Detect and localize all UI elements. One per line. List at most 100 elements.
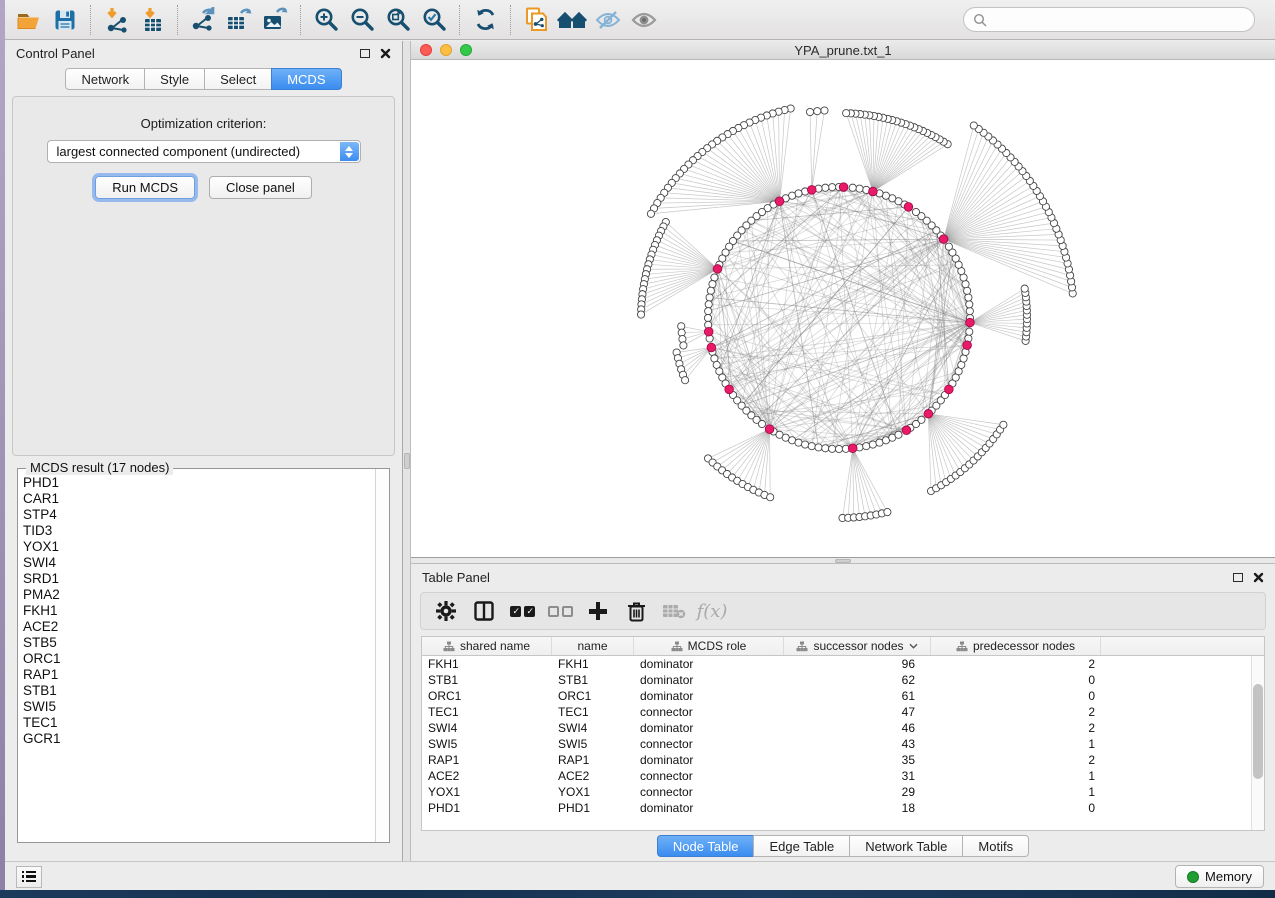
mcds-result-item[interactable]: PHD1 <box>23 475 373 491</box>
close-panel-button[interactable]: Close panel <box>209 176 312 199</box>
export-network-icon[interactable] <box>185 4 221 36</box>
mcds-result-item[interactable]: CAR1 <box>23 491 373 507</box>
column-header-name[interactable]: name <box>552 637 634 655</box>
column-header-MCDS-role[interactable]: MCDS role <box>634 637 784 655</box>
mcds-result-list[interactable]: PHD1CAR1STP4TID3YOX1SWI4SRD1PMA2FKH1ACE2… <box>18 469 375 842</box>
deselect-all-icon[interactable] <box>541 596 579 626</box>
import-table-icon[interactable] <box>134 4 170 36</box>
mcds-result-item[interactable]: ORC1 <box>23 651 373 667</box>
table-row[interactable]: ORC1ORC1dominator610 <box>422 688 1264 704</box>
add-column-icon[interactable] <box>579 596 617 626</box>
shared-column-icon <box>671 641 683 652</box>
search-input[interactable] <box>992 13 1245 27</box>
close-panel-icon[interactable] <box>380 48 391 59</box>
mcds-result-item[interactable]: GCR1 <box>23 731 373 747</box>
search-field[interactable] <box>963 7 1255 32</box>
mcds-result-item[interactable]: PMA2 <box>23 587 373 603</box>
scrollbar-thumb[interactable] <box>1253 684 1263 779</box>
mcds-result-item[interactable]: ACE2 <box>23 619 373 635</box>
column-header-successor-nodes[interactable]: successor nodes <box>784 637 931 655</box>
zoom-fit-icon[interactable] <box>380 4 416 36</box>
tab-style[interactable]: Style <box>144 68 205 90</box>
table-cell: PHD1 <box>422 801 552 815</box>
hide-selected-icon[interactable] <box>590 4 626 36</box>
sort-desc-icon <box>909 643 918 649</box>
table-cell: 0 <box>931 673 1101 687</box>
table-row[interactable]: RAP1RAP1dominator352 <box>422 752 1264 768</box>
network-graph[interactable] <box>411 60 1275 557</box>
table-cell: STB1 <box>552 673 634 687</box>
table-cell: 2 <box>931 657 1101 671</box>
table-row[interactable]: STB1STB1dominator620 <box>422 672 1264 688</box>
column-settings-icon[interactable] <box>427 596 465 626</box>
mcds-result-item[interactable]: SRD1 <box>23 571 373 587</box>
delete-column-icon[interactable] <box>617 596 655 626</box>
table-cell: SWI4 <box>422 721 552 735</box>
open-file-icon[interactable] <box>11 4 47 36</box>
mcds-result-item[interactable]: FKH1 <box>23 603 373 619</box>
save-session-icon[interactable] <box>47 4 83 36</box>
zoom-in-icon[interactable] <box>308 4 344 36</box>
node-table[interactable]: shared namenameMCDS rolesuccessor nodesp… <box>421 636 1265 831</box>
copy-network-icon[interactable] <box>518 4 554 36</box>
task-history-button[interactable] <box>16 866 42 888</box>
memory-status-icon <box>1187 871 1199 883</box>
table-row[interactable]: TEC1TEC1connector472 <box>422 704 1264 720</box>
float-panel-icon[interactable] <box>1233 573 1243 582</box>
tab-edge-table[interactable]: Edge Table <box>753 835 850 857</box>
mcds-result-item[interactable]: STB1 <box>23 683 373 699</box>
status-bar: Memory <box>5 861 1275 891</box>
table-row[interactable]: YOX1YOX1connector291 <box>422 784 1264 800</box>
zoom-selected-icon[interactable] <box>416 4 452 36</box>
criterion-dropdown[interactable]: largest connected component (undirected) <box>47 140 361 163</box>
table-row[interactable]: SWI4SWI4dominator462 <box>422 720 1264 736</box>
table-row[interactable]: FKH1FKH1dominator962 <box>422 656 1264 672</box>
column-header-shared-name[interactable]: shared name <box>422 637 552 655</box>
table-scrollbar[interactable] <box>1251 656 1264 830</box>
table-cell: 2 <box>931 753 1101 767</box>
export-table-icon[interactable] <box>221 4 257 36</box>
table-row[interactable]: SWI5SWI5connector431 <box>422 736 1264 752</box>
mcds-result-item[interactable]: STP4 <box>23 507 373 523</box>
import-network-icon[interactable] <box>98 4 134 36</box>
tab-node-table[interactable]: Node Table <box>657 835 755 857</box>
splitter-handle[interactable] <box>404 453 410 469</box>
table-cell: ORC1 <box>552 689 634 703</box>
mcds-result-item[interactable]: STB5 <box>23 635 373 651</box>
export-image-icon[interactable] <box>257 4 293 36</box>
refresh-icon[interactable] <box>467 4 503 36</box>
mcds-result-scrollbar[interactable] <box>375 469 389 842</box>
table-toolbar: f(x) <box>420 592 1266 630</box>
close-panel-icon[interactable] <box>1253 572 1264 583</box>
tab-select[interactable]: Select <box>204 68 272 90</box>
mcds-result-item[interactable]: TID3 <box>23 523 373 539</box>
first-neighbors-icon[interactable] <box>554 4 590 36</box>
mcds-result-item[interactable]: YOX1 <box>23 539 373 555</box>
split-view-icon[interactable] <box>465 596 503 626</box>
memory-button[interactable]: Memory <box>1175 865 1264 888</box>
mcds-result-item[interactable]: TEC1 <box>23 715 373 731</box>
table-row[interactable]: ACE2ACE2connector311 <box>422 768 1264 784</box>
mcds-result-item[interactable]: RAP1 <box>23 667 373 683</box>
float-panel-icon[interactable] <box>360 49 370 58</box>
select-all-icon[interactable] <box>503 596 541 626</box>
table-cell: ACE2 <box>422 769 552 783</box>
horizontal-splitter[interactable] <box>411 558 1275 564</box>
mcds-result-item[interactable]: SWI5 <box>23 699 373 715</box>
column-header-predecessor-nodes[interactable]: predecessor nodes <box>931 637 1101 655</box>
zoom-out-icon[interactable] <box>344 4 380 36</box>
tab-network-table[interactable]: Network Table <box>849 835 963 857</box>
run-mcds-button[interactable]: Run MCDS <box>95 176 195 199</box>
tab-network[interactable]: Network <box>65 68 145 90</box>
vertical-splitter[interactable] <box>403 41 411 861</box>
tab-motifs[interactable]: Motifs <box>962 835 1029 857</box>
splitter-handle[interactable] <box>835 559 851 563</box>
network-canvas[interactable] <box>411 60 1275 557</box>
table-row[interactable]: PHD1PHD1dominator180 <box>422 800 1264 816</box>
toolbar-separator <box>459 5 460 35</box>
table-cell: 46 <box>784 721 931 735</box>
show-all-icon[interactable] <box>626 4 662 36</box>
table-cell: 2 <box>931 705 1101 719</box>
mcds-result-item[interactable]: SWI4 <box>23 555 373 571</box>
tab-mcds[interactable]: MCDS <box>271 68 341 90</box>
